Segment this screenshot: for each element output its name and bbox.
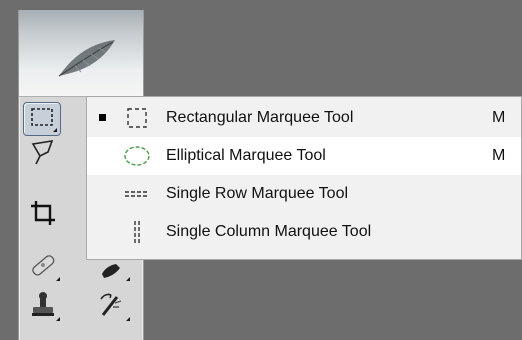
toolbar-header	[19, 10, 143, 97]
lasso-tool-button[interactable]	[23, 138, 63, 172]
menu-item-elliptical-marquee[interactable]: Elliptical Marquee Tool M	[87, 137, 521, 175]
healing-brush-tool-button[interactable]	[23, 250, 63, 284]
crop-tool-button[interactable]	[23, 198, 63, 232]
menu-item-shortcut: M	[492, 147, 506, 164]
clone-stamp-tool-button[interactable]	[23, 290, 63, 324]
menu-item-label: Rectangular Marquee Tool	[166, 109, 354, 126]
submenu-indicator	[56, 277, 60, 281]
submenu-indicator	[126, 277, 130, 281]
submenu-indicator	[126, 317, 130, 321]
submenu-indicator	[53, 128, 57, 132]
submenu-indicator	[56, 317, 60, 321]
menu-item-shortcut: M	[492, 109, 506, 126]
single-column-marquee-icon	[121, 219, 153, 245]
rectangular-marquee-icon	[29, 106, 55, 133]
menu-item-label: Elliptical Marquee Tool	[166, 147, 326, 164]
menu-item-label: Single Column Marquee Tool	[166, 223, 372, 240]
lasso-icon	[28, 138, 58, 173]
active-tool-bullet-icon	[99, 114, 106, 121]
rectangular-marquee-tool-button[interactable]	[23, 102, 61, 136]
menu-item-single-row-marquee[interactable]: Single Row Marquee Tool	[87, 175, 521, 213]
menu-item-rectangular-marquee[interactable]: Rectangular Marquee Tool M	[87, 99, 521, 137]
menu-item-single-column-marquee[interactable]: Single Column Marquee Tool	[87, 213, 521, 251]
crop-icon	[28, 198, 58, 233]
feather-icon	[55, 36, 119, 87]
marquee-tool-flyout-menu: Rectangular Marquee Tool M Elliptical Ma…	[86, 96, 522, 260]
elliptical-marquee-icon	[121, 143, 153, 169]
menu-item-label: Single Row Marquee Tool	[166, 185, 349, 202]
history-brush-tool-button[interactable]	[89, 290, 133, 324]
healing-brush-icon	[27, 249, 59, 286]
brush-tool-button[interactable]	[89, 256, 133, 284]
history-brush-icon	[95, 289, 127, 326]
rectangular-marquee-icon	[121, 105, 153, 131]
single-row-marquee-icon	[121, 181, 153, 207]
clone-stamp-icon	[27, 289, 59, 326]
